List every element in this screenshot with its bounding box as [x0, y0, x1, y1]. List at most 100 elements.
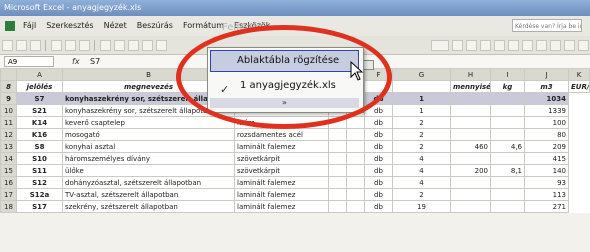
merge-icon[interactable]	[536, 39, 547, 51]
preview-icon[interactable]	[65, 39, 76, 51]
table-cell[interactable]: szekrény, szétszerelt állapotban	[62, 200, 235, 213]
table-cell[interactable]: 93	[524, 176, 569, 189]
header-cell[interactable]: jelölés	[16, 80, 63, 93]
table-cell[interactable]: 209	[524, 140, 569, 153]
table-cell[interactable]	[346, 152, 365, 165]
table-cell[interactable]: laminált falemez	[234, 176, 329, 189]
table-cell[interactable]	[490, 188, 525, 201]
row-header[interactable]: 17	[0, 188, 17, 201]
menu-edit[interactable]: Szerkesztés	[41, 16, 98, 36]
help-search-input[interactable]: Kérdése van? Írja be ide	[512, 19, 582, 32]
table-cell[interactable]	[328, 176, 347, 189]
table-cell[interactable]	[346, 200, 365, 213]
table-cell[interactable]: 113	[524, 188, 569, 201]
table-cell[interactable]: 140	[524, 164, 569, 177]
table-cell[interactable]	[490, 128, 525, 141]
table-cell[interactable]: 2	[392, 116, 451, 129]
table-cell[interactable]	[490, 200, 525, 213]
align-right-icon[interactable]	[522, 39, 533, 51]
table-cell[interactable]: db	[364, 176, 393, 189]
table-cell[interactable]	[346, 140, 365, 153]
row-header[interactable]: 18	[0, 200, 17, 213]
new-icon[interactable]	[2, 39, 13, 51]
row-header[interactable]: 11	[0, 116, 17, 129]
row-header[interactable]: 12	[0, 128, 17, 141]
table-cell[interactable]: háromszemélyes dívány	[62, 152, 235, 165]
table-cell[interactable]: db	[364, 164, 393, 177]
table-cell[interactable]: 8,1	[490, 164, 525, 177]
table-cell[interactable]: rozsdamentes acél	[234, 128, 329, 141]
table-cell[interactable]: dohányzóasztal, szétszerelt állapotban	[62, 176, 235, 189]
table-cell[interactable]	[328, 116, 347, 129]
bold-icon[interactable]	[452, 39, 463, 51]
header-cell[interactable]: mennyiség	[450, 80, 491, 93]
paste-icon[interactable]	[128, 39, 139, 51]
table-cell[interactable]: 19	[392, 200, 451, 213]
table-cell[interactable]: 2	[392, 128, 451, 141]
table-cell[interactable]: 100	[524, 116, 569, 129]
column-header[interactable]: I	[490, 68, 525, 81]
table-cell[interactable]: 4,6	[490, 140, 525, 153]
table-cell[interactable]: db	[364, 200, 393, 213]
align-left-icon[interactable]	[494, 39, 505, 51]
percent-icon[interactable]	[550, 39, 561, 51]
align-center-icon[interactable]	[508, 39, 519, 51]
table-cell[interactable]: S17	[16, 200, 63, 213]
row-header[interactable]: 14	[0, 152, 17, 165]
expand-menu-chevron-icon[interactable]: »	[210, 98, 359, 108]
table-cell[interactable]: S8	[16, 140, 63, 153]
table-cell[interactable]: db	[364, 128, 393, 141]
table-cell[interactable]	[450, 116, 491, 129]
table-cell[interactable]	[450, 104, 491, 117]
table-cell[interactable]: szövetkárpit	[234, 164, 329, 177]
header-cell[interactable]	[364, 80, 393, 93]
column-header[interactable]: J	[524, 68, 569, 81]
table-cell[interactable]: szövetkárpit	[234, 152, 329, 165]
table-cell[interactable]	[328, 188, 347, 201]
table-cell[interactable]: keverő csaptelep	[62, 116, 235, 129]
table-cell[interactable]	[328, 140, 347, 153]
table-cell[interactable]: K16	[16, 128, 63, 141]
table-cell[interactable]: S7	[16, 92, 63, 105]
font-color-icon[interactable]	[578, 39, 589, 51]
table-cell[interactable]	[490, 152, 525, 165]
open-file-menu-item[interactable]: ✓ 1 anyagjegyzék.xls	[210, 76, 359, 96]
table-cell[interactable]: 415	[524, 152, 569, 165]
table-cell[interactable]	[450, 176, 491, 189]
row-header[interactable]: 16	[0, 176, 17, 189]
table-cell[interactable]: db	[364, 92, 393, 105]
menu-view[interactable]: Nézet	[99, 16, 132, 36]
table-cell[interactable]	[450, 152, 491, 165]
underline-icon[interactable]	[480, 39, 491, 51]
column-header[interactable]: K	[568, 68, 590, 81]
menu-file[interactable]: Fájl	[18, 16, 41, 36]
table-cell[interactable]	[450, 188, 491, 201]
table-cell[interactable]	[346, 164, 365, 177]
table-cell[interactable]	[328, 200, 347, 213]
row-header[interactable]: 10	[0, 104, 17, 117]
undo-icon[interactable]	[142, 39, 153, 51]
table-cell[interactable]: króm	[234, 116, 329, 129]
copy-icon[interactable]	[114, 39, 125, 51]
fill-color-icon[interactable]	[564, 39, 575, 51]
table-cell[interactable]: 4	[392, 152, 451, 165]
table-cell[interactable]: db	[364, 104, 393, 117]
table-cell[interactable]	[490, 104, 525, 117]
table-cell[interactable]: S12a	[16, 188, 63, 201]
table-cell[interactable]: 80	[524, 128, 569, 141]
save-icon[interactable]	[30, 39, 41, 51]
table-cell[interactable]	[346, 116, 365, 129]
open-icon[interactable]	[16, 39, 27, 51]
print-icon[interactable]	[51, 39, 62, 51]
freeze-panes-menu-item[interactable]: Ablaktábla rögzítése	[210, 50, 359, 72]
menu-insert[interactable]: Beszúrás	[132, 16, 178, 36]
table-cell[interactable]: S12	[16, 176, 63, 189]
column-header[interactable]: F	[364, 68, 393, 81]
row-header[interactable]: 13	[0, 140, 17, 153]
header-cell[interactable]: EUR/egység	[568, 80, 590, 93]
italic-icon[interactable]	[466, 39, 477, 51]
table-cell[interactable]: db	[364, 152, 393, 165]
fx-icon[interactable]: fx	[72, 55, 80, 68]
table-cell[interactable]: 460	[450, 140, 491, 153]
table-cell[interactable]: db	[364, 116, 393, 129]
